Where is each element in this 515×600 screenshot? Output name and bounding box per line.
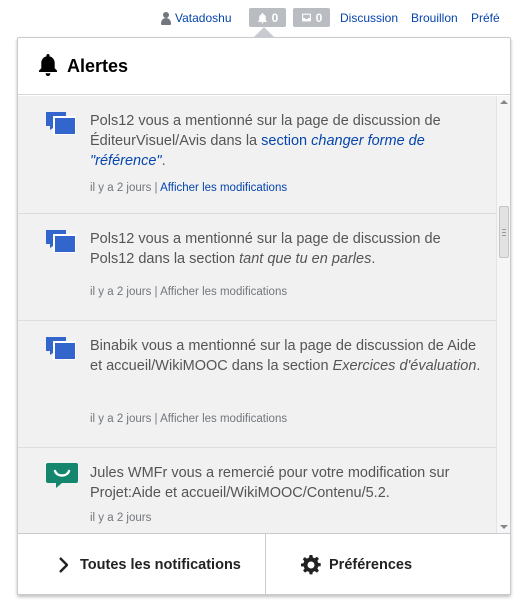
mention-icon: [46, 230, 76, 253]
notification-message: Jules WMFr vous a remercié pour votre mo…: [90, 465, 450, 501]
notification-meta: il y a 2 jours | Afficher les modificati…: [90, 286, 288, 298]
chevron-right-icon: [59, 557, 68, 573]
notification-item[interactable]: Jules WMFr vous a remercié pour votre mo…: [18, 448, 496, 533]
popup-caret: [254, 27, 274, 37]
alerts-badge-button[interactable]: 0: [249, 8, 286, 27]
mention-icon: [46, 337, 76, 360]
user-icon: [160, 11, 172, 25]
mention-icon: [46, 112, 76, 135]
show-changes-link[interactable]: Afficher les modifications: [160, 182, 287, 194]
notification-meta: il y a 2 jours: [90, 512, 151, 524]
timestamp: il y a 2 jours: [90, 286, 152, 298]
bell-icon: [39, 54, 57, 76]
all-notifications-label: Toutes les notifications: [80, 557, 241, 573]
discussion-link[interactable]: Discussion: [340, 11, 398, 25]
notification-meta: il y a 2 jours | Afficher les modificati…: [90, 182, 288, 194]
alerts-count: 0: [271, 10, 279, 25]
notification-message: Pols12 vous a mentionné sur la page de d…: [90, 113, 441, 169]
popup-title: Alertes: [67, 56, 129, 76]
gear-icon: [301, 555, 321, 575]
timestamp: il y a 2 jours: [90, 182, 152, 194]
preferences-label: Préférences: [329, 557, 413, 573]
notification-item[interactable]: Pols12 vous a mentionné sur la page de d…: [18, 96, 496, 214]
notices-count: 0: [315, 10, 323, 25]
bell-icon: [257, 12, 267, 23]
username-label: Vatadoshu: [175, 11, 232, 25]
tray-icon: [301, 13, 311, 22]
scrollbar[interactable]: [496, 96, 510, 533]
show-changes-link[interactable]: Afficher les modifications: [160, 413, 287, 425]
popup-footer: Toutes les notifications Préférences: [18, 533, 510, 596]
scroll-up-arrow-icon[interactable]: [500, 100, 508, 104]
notification-item[interactable]: Pols12 vous a mentionné sur la page de d…: [18, 214, 496, 321]
notices-badge-button[interactable]: 0: [293, 8, 330, 27]
notification-message: Pols12 vous a mentionné sur la page de d…: [90, 231, 441, 267]
preferences-link[interactable]: Préfé: [471, 11, 500, 25]
alerts-popup: Alertes Pols12 vous a mentionné sur la p…: [17, 37, 511, 596]
brouillon-link[interactable]: Brouillon: [411, 11, 458, 25]
user-link[interactable]: Vatadoshu: [160, 11, 232, 25]
show-changes-link[interactable]: Afficher les modifications: [160, 286, 287, 298]
all-notifications-button[interactable]: Toutes les notifications: [18, 534, 266, 596]
timestamp: il y a 2 jours: [90, 512, 152, 524]
thanks-icon: [46, 463, 78, 488]
scrollbar-thumb[interactable]: [499, 206, 509, 258]
preferences-button[interactable]: Préférences: [266, 534, 510, 596]
notification-list[interactable]: Pols12 vous a mentionné sur la page de d…: [18, 96, 496, 533]
scroll-down-arrow-icon[interactable]: [500, 525, 508, 529]
notification-meta: il y a 2 jours | Afficher les modificati…: [90, 413, 288, 425]
notification-item[interactable]: Binabik vous a mentionné sur la page de …: [18, 321, 496, 448]
timestamp: il y a 2 jours: [90, 413, 152, 425]
popup-header: Alertes: [18, 38, 510, 95]
notification-message: Binabik vous a mentionné sur la page de …: [90, 338, 481, 374]
